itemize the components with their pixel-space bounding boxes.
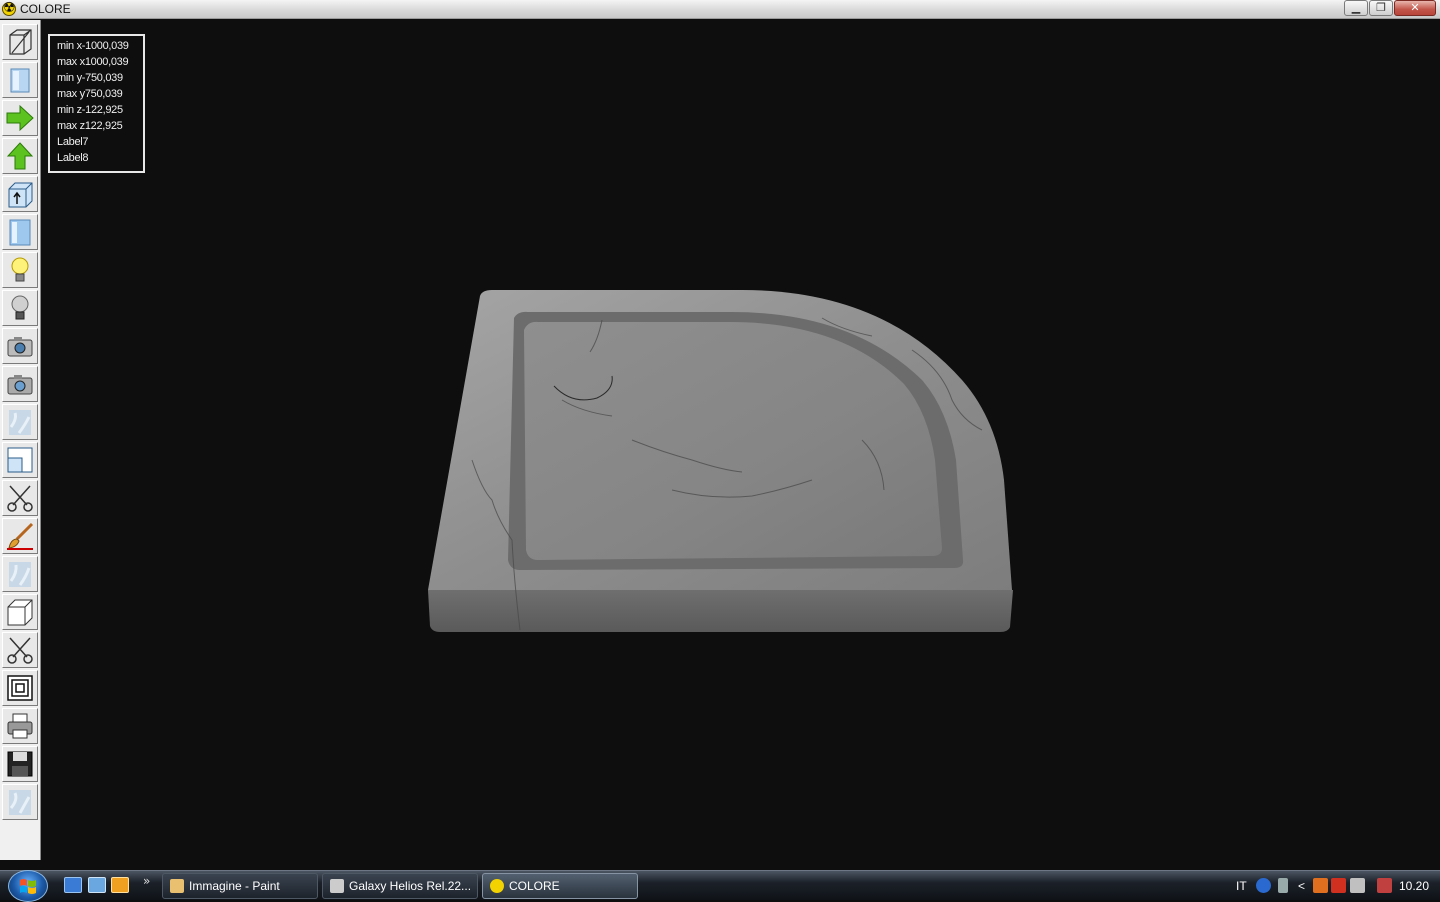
help-icon[interactable] xyxy=(1256,878,1271,893)
paint-app-icon xyxy=(170,879,184,893)
window-split-icon xyxy=(7,447,33,473)
label7: Label7 xyxy=(57,136,89,148)
radiation-task-icon xyxy=(490,879,504,893)
paint-brush-icon xyxy=(7,522,34,550)
wireframe-box-icon xyxy=(9,29,32,55)
offset-button[interactable] xyxy=(2,670,38,706)
language-indicator[interactable]: IT xyxy=(1236,871,1247,901)
network-arrow-icon[interactable] xyxy=(1278,878,1288,893)
3d-viewport[interactable] xyxy=(42,20,1440,870)
texture-2-button[interactable] xyxy=(2,556,38,592)
galaxy-app-icon xyxy=(330,879,344,893)
scissors-icon xyxy=(7,485,33,512)
camera-2-button[interactable] xyxy=(2,366,38,402)
max-x-label: max x1000,039 xyxy=(57,56,129,68)
min-y-label: min y-750,039 xyxy=(57,72,123,84)
solid-view-button[interactable] xyxy=(2,62,38,98)
task-galaxy-helios[interactable]: Galaxy Helios Rel.22... xyxy=(322,873,478,899)
texture-3-button[interactable] xyxy=(2,784,38,820)
camera-2-icon xyxy=(7,375,33,395)
marble-texture-3-icon xyxy=(9,790,31,815)
max-y-label: max y750,039 xyxy=(57,88,123,100)
start-button[interactable] xyxy=(8,870,48,902)
print-button[interactable] xyxy=(2,708,38,744)
blue-panel-2-icon xyxy=(9,219,31,246)
light-off-button[interactable] xyxy=(2,290,38,326)
light-on-button[interactable] xyxy=(2,252,38,288)
min-x-label: min x-1000,039 xyxy=(57,40,129,52)
tray-expand-arrow[interactable]: < xyxy=(1298,871,1305,901)
tray-app-1-icon[interactable] xyxy=(1313,878,1328,893)
tray-app-2-icon[interactable] xyxy=(1331,878,1346,893)
task-paint[interactable]: Immagine - Paint xyxy=(162,873,318,899)
min-z-label: min z-122,925 xyxy=(57,104,123,116)
window-split-button[interactable] xyxy=(2,442,38,478)
clock[interactable]: 10.20 xyxy=(1399,871,1429,901)
box-up-arrow-icon xyxy=(8,182,33,208)
show-desktop-icon[interactable] xyxy=(64,877,82,893)
title-bar: COLORE ▁ ❐ ✕ xyxy=(0,0,1440,19)
network-status-icon[interactable] xyxy=(1377,878,1392,893)
floppy-disk-icon xyxy=(7,751,33,777)
white-box-icon xyxy=(7,599,33,626)
concentric-squares-icon xyxy=(7,675,33,701)
quicklaunch-chevron[interactable]: » xyxy=(143,874,150,888)
printer-icon xyxy=(7,713,33,739)
shower-tray-model xyxy=(428,290,1013,632)
radiation-app-icon xyxy=(2,0,16,16)
taskbar: » Immagine - Paint Galaxy Helios Rel.22.… xyxy=(0,870,1440,902)
media-player-icon[interactable] xyxy=(111,877,129,893)
tray-front-face xyxy=(428,590,1013,632)
rotate-up-button[interactable] xyxy=(2,138,38,174)
cut-button[interactable] xyxy=(2,480,38,516)
camera-icon xyxy=(7,337,33,357)
camera-button[interactable] xyxy=(2,328,38,364)
blue-panel-icon xyxy=(10,68,30,93)
minimize-button[interactable]: ▁ xyxy=(1344,0,1368,16)
label8: Label8 xyxy=(57,152,89,164)
marble-texture-2-icon xyxy=(9,562,31,587)
lightbulb-off-icon xyxy=(11,295,29,320)
switch-windows-icon[interactable] xyxy=(88,877,106,893)
lightbulb-on-icon xyxy=(11,257,29,282)
texture-button[interactable] xyxy=(2,404,38,440)
wireframe-button[interactable] xyxy=(2,24,38,60)
restore-button[interactable]: ❐ xyxy=(1369,0,1393,16)
paint-button[interactable] xyxy=(2,518,38,554)
windows-logo-icon xyxy=(20,879,36,894)
close-button[interactable]: ✕ xyxy=(1394,0,1436,16)
task-colore[interactable]: COLORE xyxy=(482,873,638,899)
task-paint-label: Immagine - Paint xyxy=(189,879,280,893)
bounds-info-panel: min x-1000,039 max x1000,039 min y-750,0… xyxy=(48,34,145,173)
panel-view-button[interactable] xyxy=(2,214,38,250)
scissors-2-icon xyxy=(7,637,33,664)
save-button[interactable] xyxy=(2,746,38,782)
tray-app-3-icon[interactable] xyxy=(1350,878,1365,893)
box-button[interactable] xyxy=(2,594,38,630)
marble-texture-icon xyxy=(9,410,31,435)
max-z-label: max z122,925 xyxy=(57,120,123,132)
arrow-right-icon xyxy=(6,104,34,132)
task-galaxy-label: Galaxy Helios Rel.22... xyxy=(349,879,472,893)
extrude-button[interactable] xyxy=(2,176,38,212)
window-title: COLORE xyxy=(20,2,71,16)
cut-2-button[interactable] xyxy=(2,632,38,668)
task-colore-label: COLORE xyxy=(509,879,560,893)
arrow-up-icon xyxy=(6,142,34,170)
rotate-right-button[interactable] xyxy=(2,100,38,136)
left-toolbar xyxy=(0,20,41,860)
